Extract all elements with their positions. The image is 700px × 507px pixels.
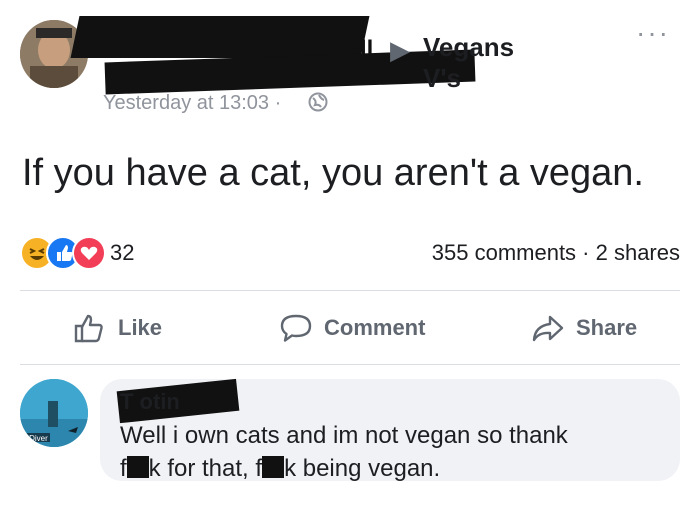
comment-button-label: Comment (324, 315, 426, 340)
comment-text-end: k being vegan. (284, 455, 441, 482)
comments-shares-count[interactable]: 355 comments · 2 shares (432, 240, 680, 266)
comment-text: Well i own cats and im not vegan so than… (120, 419, 650, 485)
post-timestamp[interactable]: Yesterday at 13:03 · (103, 92, 281, 115)
arrow-right-icon: ▶ (390, 35, 410, 65)
comment-item: A Diver T otin Well i own cats and im no… (0, 375, 700, 505)
author-name-tail[interactable]: ll (360, 36, 373, 64)
more-options-icon[interactable]: ··· (636, 19, 670, 47)
comment-icon (280, 314, 312, 342)
comment-button[interactable]: Comment (278, 296, 425, 360)
censor-block-2 (262, 456, 285, 478)
like-button-label: Like (118, 315, 163, 340)
comment-text-mid: k for that, f (148, 455, 263, 482)
author-block: ll ▶ Vegans V's (70, 12, 514, 95)
commenter-avatar[interactable]: A Diver (20, 379, 88, 447)
commenter-name[interactable]: T otin (120, 389, 180, 415)
share-button[interactable]: Share (530, 296, 637, 360)
post-header: ll ▶ Vegans V's Yesterday at 13:03 · ··· (0, 0, 700, 120)
commenter-avatar-image: A Diver (20, 379, 88, 447)
reaction-icons (20, 236, 110, 270)
action-bar: Like Comment Share (0, 296, 700, 360)
like-button[interactable]: Like (72, 296, 162, 360)
reaction-count: 32 (110, 240, 135, 265)
redacted-author-name (70, 16, 370, 58)
divider-top (20, 290, 680, 291)
love-reaction-icon (72, 236, 106, 270)
comment-bubble: T otin Well i own cats and im not vegan … (100, 378, 680, 482)
comment-text-f1: f (120, 455, 127, 482)
comment-text-line1: Well i own cats and im not vegan so than… (120, 422, 568, 449)
post-text: If you have a cat, you aren't a vegan. (22, 152, 644, 194)
share-arrow-icon (532, 315, 564, 342)
censor-block-1 (126, 456, 149, 478)
group-name-link[interactable]: Vegans V's (423, 32, 514, 94)
globe-icon (308, 92, 328, 112)
share-button-label: Share (576, 315, 638, 340)
divider-bottom (20, 364, 680, 365)
avatar-caption: A Diver (22, 434, 48, 443)
thumbs-up-icon (74, 314, 103, 343)
